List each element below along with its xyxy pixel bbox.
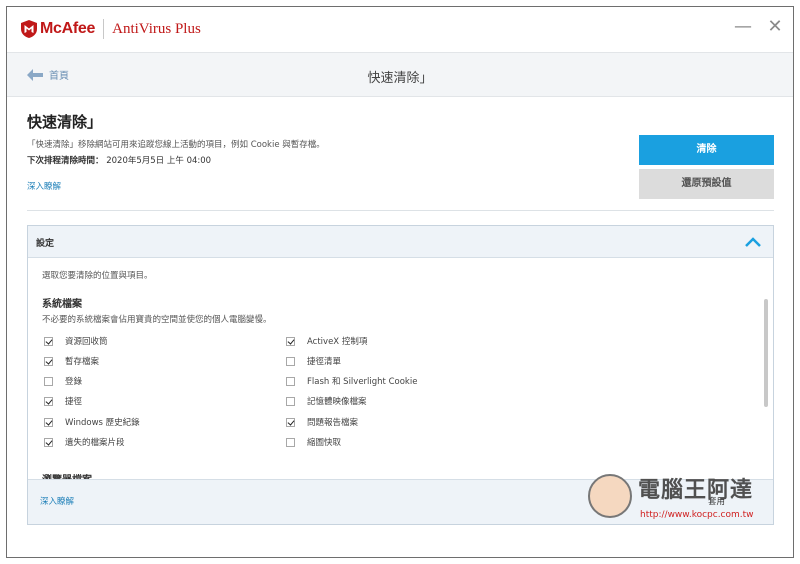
option-label: 遺失的檔案片段	[65, 438, 125, 448]
checkbox[interactable]	[44, 376, 53, 386]
option-label: 登錄	[65, 377, 83, 387]
checkbox[interactable]	[286, 376, 295, 386]
option-label: 捷徑	[65, 397, 83, 407]
product-name: AntiVirus Plus	[112, 20, 201, 37]
option-label: 資源回收筒	[65, 337, 108, 347]
nav-title: 快速清除」	[367, 71, 433, 86]
watermark-avatar-icon	[588, 474, 632, 518]
navigation-bar: 首頁 快速清除」	[7, 52, 793, 97]
checkbox[interactable]	[286, 356, 295, 366]
checkbox[interactable]	[286, 437, 295, 447]
option-thumbnail-cache[interactable]: 縮圖快取	[286, 436, 341, 448]
option-windows-history[interactable]: Windows 歷史紀錄	[44, 416, 140, 428]
system-files-title: 系統檔案	[42, 299, 82, 310]
clean-button[interactable]: 清除	[639, 135, 774, 165]
system-files-description: 不必要的系統檔案會佔用寶貴的空間並使您的個人電腦變慢。	[42, 315, 272, 325]
checkbox[interactable]	[286, 336, 295, 346]
option-label: ActiveX 控制項	[307, 337, 368, 347]
option-label: 記憶體映像檔案	[307, 397, 367, 407]
browser-files-title: 瀏覽器檔案	[42, 471, 92, 479]
chevron-up-icon[interactable]	[744, 234, 762, 250]
divider	[27, 210, 774, 211]
option-flash-silverlight[interactable]: Flash 和 Silverlight Cookie	[286, 375, 417, 387]
settings-instruction: 選取您要清除的位置與項目。	[42, 271, 153, 281]
settings-body: 選取您要清除的位置與項目。 系統檔案 不必要的系統檔案會佔用寶貴的空間並使您的個…	[28, 259, 773, 479]
mcafee-logo: McAfee AntiVirus Plus	[21, 19, 201, 39]
restore-defaults-button[interactable]: 還原預設值	[639, 169, 774, 199]
checkbox[interactable]	[44, 356, 53, 366]
title-bar: McAfee AntiVirus Plus — ✕	[7, 7, 793, 51]
schedule-info: 下次排程清除時間： 2020年5月5日 上午 04:00	[27, 154, 211, 166]
option-recycle-bin[interactable]: 資源回收筒	[44, 335, 108, 347]
schedule-label: 下次排程清除時間：	[27, 156, 104, 166]
option-memory-dumps[interactable]: 記憶體映像檔案	[286, 395, 367, 407]
learn-more-link[interactable]: 深入瞭解	[27, 180, 61, 192]
checkbox[interactable]	[286, 396, 295, 406]
checkbox[interactable]	[286, 417, 295, 427]
option-problem-reports[interactable]: 問題報告檔案	[286, 416, 358, 428]
scrollbar-thumb[interactable]	[764, 299, 768, 407]
page-title: 快速清除」	[27, 113, 103, 131]
option-label: 捷徑清單	[307, 357, 342, 367]
option-jump-lists[interactable]: 捷徑清單	[286, 355, 341, 367]
settings-header[interactable]: 設定	[28, 226, 773, 258]
checkbox[interactable]	[44, 396, 53, 406]
watermark: 電腦王阿達 http://www.kocpc.com.tw	[588, 470, 788, 530]
checkbox[interactable]	[44, 417, 53, 427]
checkbox[interactable]	[44, 336, 53, 346]
minimize-button[interactable]: —	[731, 15, 755, 39]
close-button[interactable]: ✕	[763, 15, 787, 39]
schedule-value: 2020年5月5日 上午 04:00	[106, 156, 212, 166]
watermark-title: 電腦王阿達	[638, 478, 754, 503]
option-label: 縮圖快取	[307, 438, 342, 448]
option-label: Flash 和 Silverlight Cookie	[307, 377, 418, 387]
option-shortcuts[interactable]: 捷徑	[44, 395, 82, 407]
page-description: 「快速清除」移除網站可用來追蹤您線上活動的項目，例如 Cookie 與暫存檔。	[27, 140, 325, 150]
option-label: Windows 歷史紀錄	[65, 418, 140, 428]
watermark-url: http://www.kocpc.com.tw	[640, 510, 754, 520]
learn-more-link-bottom[interactable]: 深入瞭解	[40, 495, 74, 507]
option-temp-files[interactable]: 暫存檔案	[44, 355, 99, 367]
checkbox[interactable]	[44, 437, 53, 447]
option-label: 暫存檔案	[65, 357, 100, 367]
option-registry[interactable]: 登錄	[44, 375, 82, 387]
logo-divider	[103, 19, 105, 39]
settings-heading: 設定	[36, 239, 55, 249]
mcafee-shield-icon	[21, 20, 37, 38]
option-lost-file-fragments[interactable]: 遺失的檔案片段	[44, 436, 125, 448]
brand-name: McAfee	[40, 20, 96, 37]
option-activex[interactable]: ActiveX 控制項	[286, 335, 367, 347]
option-label: 問題報告檔案	[307, 418, 359, 428]
